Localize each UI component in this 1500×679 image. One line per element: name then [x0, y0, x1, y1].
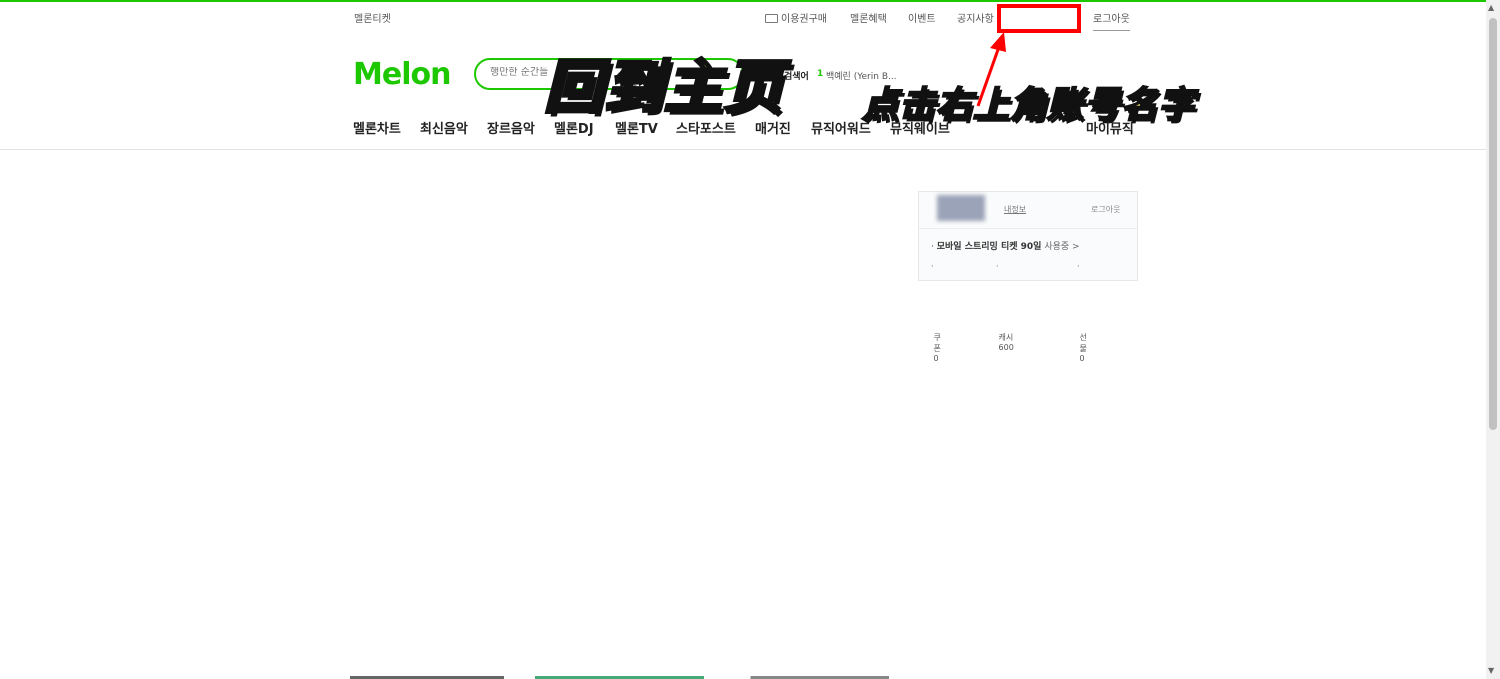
- nav-item-genre-music[interactable]: 장르음악: [487, 118, 535, 137]
- buy-pass-label: 이용권구매: [781, 14, 827, 25]
- nav-item-music-wave[interactable]: 뮤직웨이브: [890, 118, 950, 137]
- nav-divider: [0, 149, 1486, 150]
- ticket-name: 모바일 스트리밍 티켓 90일: [936, 242, 1042, 252]
- ticket-icon: [765, 14, 778, 23]
- ticket-info[interactable]: · 모바일 스트리밍 티켓 90일 사용중 >: [931, 239, 1080, 252]
- cash-balance[interactable]: 캐시 600: [999, 332, 1014, 352]
- login-panel: 내정보 로그아웃 · 모바일 스트리밍 티켓 90일 사용중 > · 쿠폰 0 …: [918, 191, 1138, 363]
- account-name-highlight[interactable]: [997, 4, 1081, 33]
- avatar[interactable]: [937, 195, 985, 221]
- nav-item-magazine[interactable]: 매거진: [755, 118, 791, 137]
- gift-count[interactable]: 선물 0: [1080, 332, 1087, 363]
- melon-logo[interactable]: Melon: [353, 57, 451, 92]
- nav-item-melon-dj[interactable]: 멜론DJ: [554, 118, 594, 137]
- nav-item-melon-tv[interactable]: 멜론TV: [615, 118, 658, 137]
- nav-item-melon-chart[interactable]: 멜론차트: [353, 118, 401, 137]
- buy-pass-link[interactable]: 이용권구매: [765, 10, 827, 25]
- nav-item-music-award[interactable]: 뮤직어워드: [811, 118, 871, 137]
- scroll-down-icon[interactable]: ▼: [1488, 666, 1494, 675]
- scroll-up-icon[interactable]: ▲: [1488, 3, 1494, 12]
- overlay-title: 回到主页: [542, 52, 785, 123]
- coupon-count[interactable]: 쿠폰 0: [934, 332, 941, 363]
- panel-divider: [919, 228, 1137, 229]
- nav-item-latest-music[interactable]: 최신음악: [420, 118, 468, 137]
- panel-logout-button[interactable]: 로그아웃: [1091, 204, 1120, 215]
- scrollbar-thumb[interactable]: [1489, 18, 1497, 430]
- event-link[interactable]: 이벤트: [908, 10, 936, 25]
- ticket-status: 사용중 >: [1044, 242, 1080, 252]
- melon-ticket-link[interactable]: 멜론티켓: [354, 10, 391, 25]
- benefits-link[interactable]: 멜론혜택: [850, 10, 887, 25]
- nav-item-mymusic[interactable]: 마이뮤직: [1086, 118, 1134, 137]
- brand-top-line: [0, 0, 1486, 2]
- realtime-rank: 1: [817, 69, 824, 79]
- myinfo-link[interactable]: 내정보: [1004, 204, 1026, 215]
- realtime-keyword-label: 검색어: [784, 72, 809, 82]
- logout-link[interactable]: 로그아웃: [1093, 10, 1130, 31]
- nav-item-starpost[interactable]: 스타포스트: [676, 118, 736, 137]
- notice-link[interactable]: 공지사항: [957, 10, 994, 25]
